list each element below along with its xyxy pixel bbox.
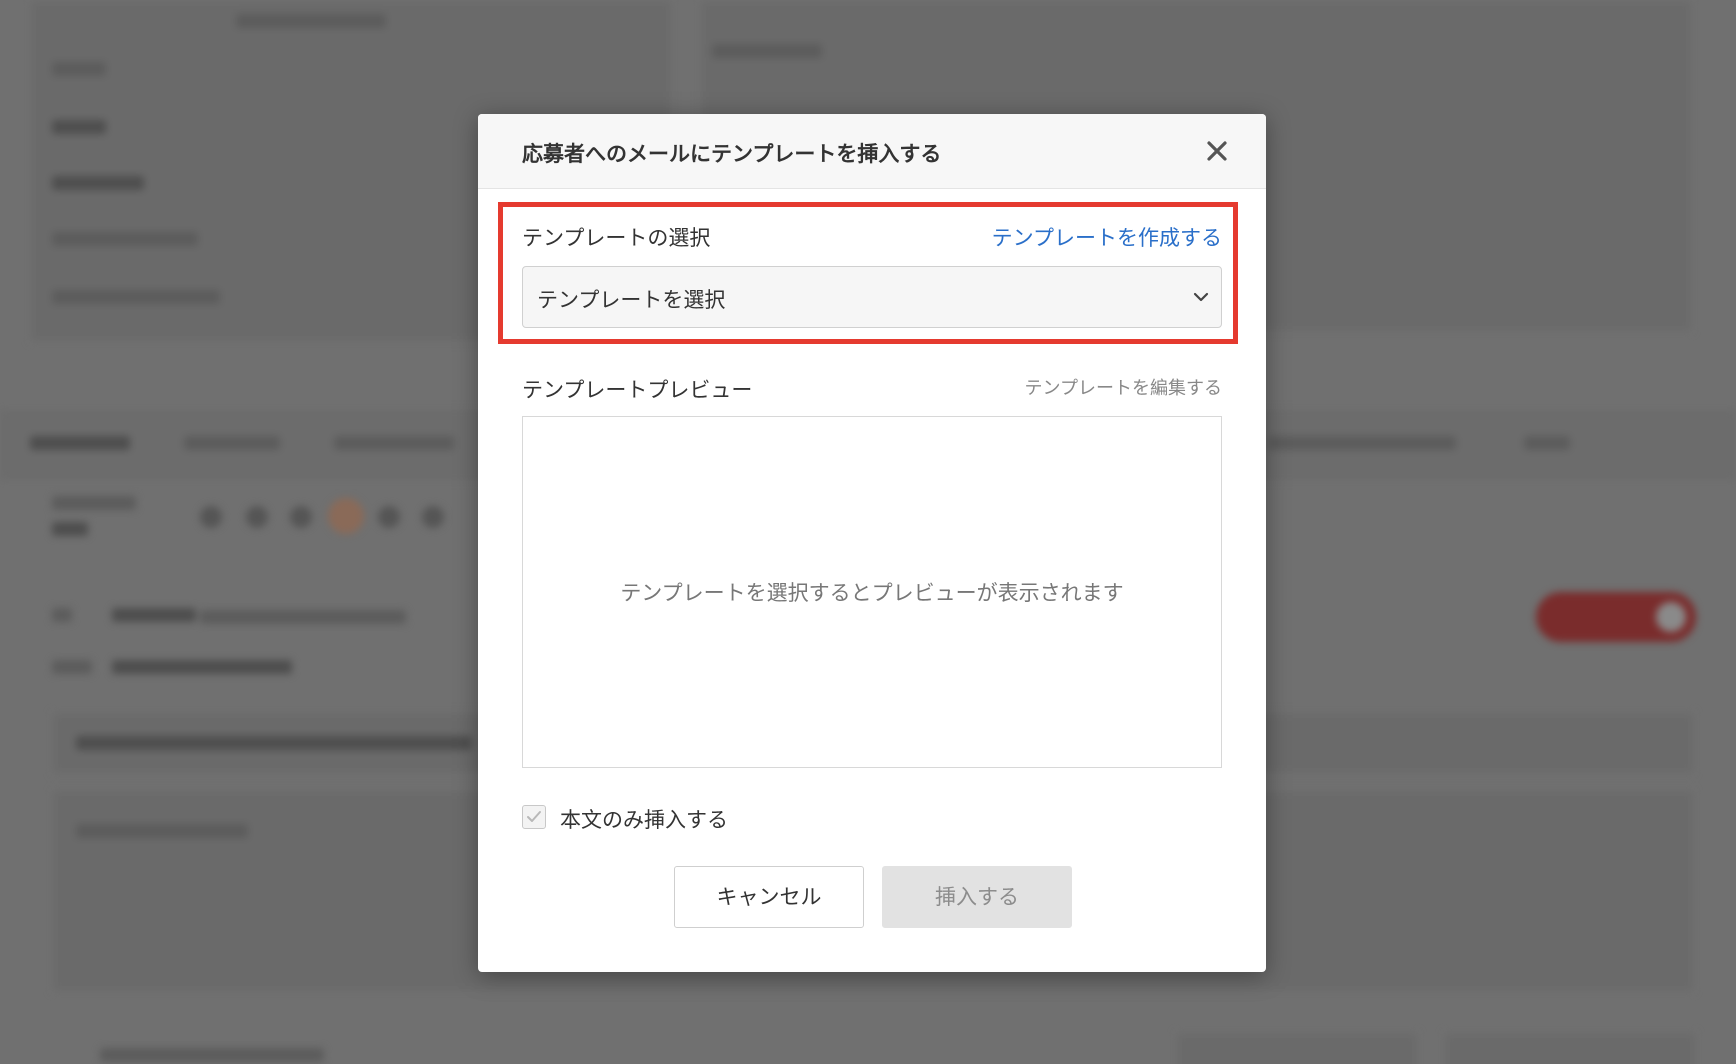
bg-text	[52, 608, 72, 622]
insert-template-modal: 応募者へのメールにテンプレートを挿入する テンプレートの選択 テンプレートを作成…	[478, 114, 1266, 972]
bg-text	[52, 120, 106, 134]
bg-tab	[334, 436, 454, 450]
template-select[interactable]: テンプレートを選択	[522, 266, 1222, 328]
bg-toolbar-icon	[200, 506, 222, 528]
template-preview-label: テンプレートプレビュー	[522, 378, 753, 402]
bg-text	[76, 736, 472, 750]
bg-text	[76, 824, 248, 838]
bg-toolbar-icon	[246, 506, 268, 528]
bg-text	[52, 176, 144, 190]
bg-text	[236, 14, 386, 28]
cancel-button[interactable]: キャンセル	[674, 866, 864, 928]
bg-text	[712, 44, 822, 58]
bg-text	[52, 290, 220, 304]
check-icon	[527, 811, 541, 822]
bg-toolbar-icon	[378, 506, 400, 528]
bg-text	[100, 1048, 324, 1062]
template-select-value: テンプレートを選択	[537, 288, 726, 312]
edit-template-link[interactable]: テンプレートを編集する	[1025, 374, 1222, 400]
insert-button[interactable]: 挿入する	[882, 866, 1072, 928]
bg-toggle	[1536, 592, 1696, 642]
template-select-label: テンプレートの選択	[522, 226, 711, 250]
close-button[interactable]	[1200, 134, 1234, 168]
bg-toolbar-icon	[290, 506, 312, 528]
template-preview-area: テンプレートを選択するとプレビューが表示されます	[522, 416, 1222, 768]
bg-text	[52, 232, 198, 246]
bg-text	[112, 608, 196, 622]
chevron-down-icon	[1193, 292, 1209, 302]
bg-text	[52, 496, 136, 510]
bg-footer-button	[1444, 1032, 1696, 1064]
bg-avatar	[328, 498, 364, 534]
preview-placeholder: テンプレートを選択するとプレビューが表示されます	[620, 581, 1124, 605]
bg-tab	[1268, 436, 1456, 450]
bg-toolbar-icon	[422, 506, 444, 528]
close-icon	[1207, 141, 1227, 161]
app-screen: 応募者へのメールにテンプレートを挿入する テンプレートの選択 テンプレートを作成…	[0, 0, 1736, 1064]
bg-footer-button	[1176, 1032, 1418, 1064]
bg-tab	[184, 436, 280, 450]
bg-text	[52, 522, 88, 536]
bg-text	[200, 610, 406, 624]
body-only-checkbox[interactable]	[522, 805, 546, 829]
bg-text	[112, 660, 292, 674]
create-template-link[interactable]: テンプレートを作成する	[992, 222, 1222, 252]
bg-text	[52, 660, 92, 674]
bg-text	[52, 62, 106, 76]
modal-title: 応募者へのメールにテンプレートを挿入する	[522, 142, 942, 166]
body-only-label: 本文のみ挿入する	[560, 808, 728, 832]
bg-tab	[30, 436, 130, 450]
bg-tab	[1524, 436, 1570, 450]
modal-header: 応募者へのメールにテンプレートを挿入する	[478, 114, 1266, 189]
